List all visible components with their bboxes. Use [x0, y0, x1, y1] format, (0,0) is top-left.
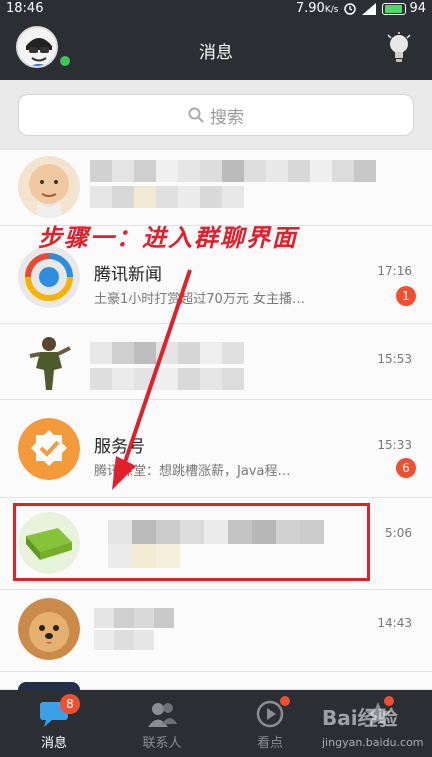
- baidu-jingyan-watermark: Bai经验 jingyan.baidu.com: [322, 696, 424, 752]
- tab-notification-dot: [280, 696, 290, 706]
- tab-label: 消息: [40, 736, 67, 751]
- annotation-arrow: [112, 269, 192, 490]
- tab-badge: 8: [60, 694, 80, 714]
- contacts-icon: [148, 703, 177, 727]
- watermark-brand: Bai经验: [322, 706, 398, 730]
- highlight-box: [13, 503, 370, 581]
- tab-label: 看点: [256, 736, 283, 751]
- watermark-url: jingyan.baidu.com: [322, 736, 424, 749]
- tab-discover[interactable]: 看点: [216, 690, 324, 757]
- tab-messages[interactable]: 8 消息: [0, 690, 108, 757]
- bottom-tab-bar: 8 消息 联系人 看点 Bai经验 jingyan.baidu.com: [0, 690, 432, 757]
- tab-label: 联系人: [142, 736, 182, 751]
- tab-contacts[interactable]: 联系人: [108, 690, 216, 757]
